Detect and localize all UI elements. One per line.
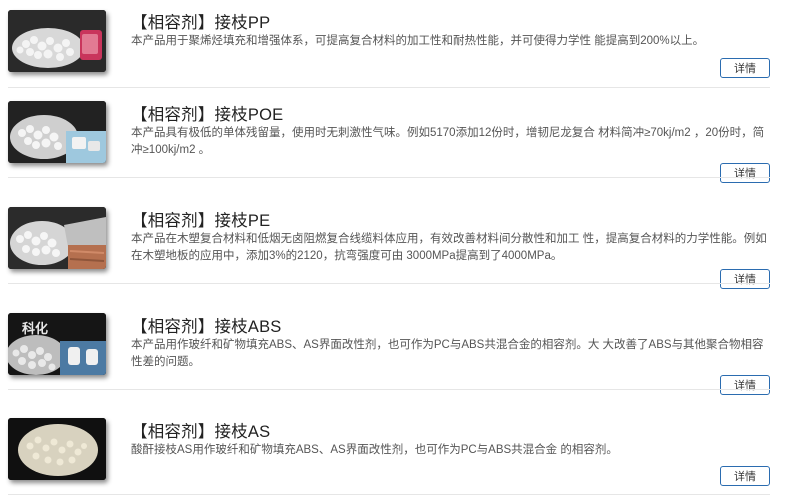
divider [8,283,770,284]
product-description: 本产品在木塑复合材料和低烟无卤阻燃复合线缆料体应用，有效改善材料间分散性和加工 … [131,233,767,262]
image-caption: 科化 [22,321,48,337]
divider [8,177,770,178]
pellets-image [8,10,106,72]
product-title[interactable]: 【相容剂】接枝ABS [131,313,282,337]
pellets-image [8,418,106,480]
product-item: 科化 【相容剂】接枝ABS 本产品用作玻纤和矿物填充ABS、AS界面改性剂，也可… [0,300,792,404]
details-button[interactable]: 详情 [720,375,770,395]
product-item: 【相容剂】接枝PE 本产品在木塑复合材料和低烟无卤阻燃复合线缆料体应用，有效改善… [0,194,792,298]
product-description: 本产品具有极低的单体残留量，使用时无刺激性气味。例如5170添加12份时，增韧尼… [131,127,765,156]
pellets-image: 科化 [8,313,106,375]
pellets-image [8,101,106,163]
product-image[interactable] [8,418,106,480]
product-description: 本产品用于聚烯烃填充和增强体系，可提高复合材料的加工性和耐热性能，并可使得力学性… [131,35,705,47]
product-description: 酸酐接枝AS用作玻纤和矿物填充ABS、AS界面改性剂，也可作为PC与ABS共混合… [131,444,618,456]
details-button[interactable]: 详情 [720,163,770,183]
details-button[interactable]: 详情 [720,466,770,486]
details-button[interactable]: 详情 [720,58,770,78]
product-description: 本产品用作玻纤和矿物填充ABS、AS界面改性剂，也可作为PC与ABS共混合金的相… [131,339,764,368]
product-image[interactable] [8,207,106,269]
product-image[interactable] [8,10,106,72]
product-image[interactable]: 科化 [8,313,106,375]
pellets-image [8,207,106,269]
divider [8,389,770,390]
divider [8,494,770,495]
product-image[interactable] [8,101,106,163]
product-item: 【相容剂】接枝AS 酸酐接枝AS用作玻纤和矿物填充ABS、AS界面改性剂，也可作… [0,405,792,498]
product-list: 【相容剂】接枝PP 本产品用于聚烯烃填充和增强体系，可提高复合材料的加工性和耐热… [0,0,792,498]
product-title[interactable]: 【相容剂】接枝PP [131,9,270,33]
product-title[interactable]: 【相容剂】接枝POE [131,101,283,125]
details-button[interactable]: 详情 [720,269,770,289]
product-title[interactable]: 【相容剂】接枝PE [131,207,270,231]
product-title[interactable]: 【相容剂】接枝AS [131,418,270,442]
product-item: 【相容剂】接枝POE 本产品具有极低的单体残留量，使用时无刺激性气味。例如517… [0,88,792,192]
